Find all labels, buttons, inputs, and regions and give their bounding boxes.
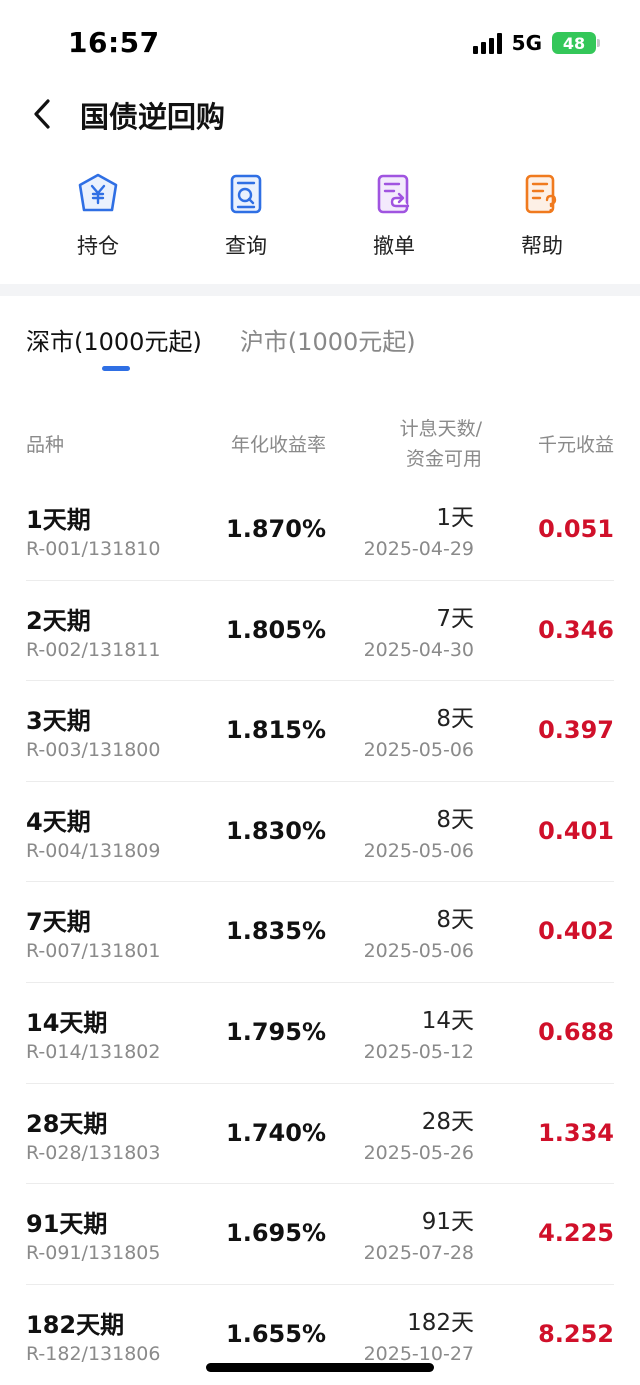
row-date: 2025-05-06	[363, 940, 474, 963]
row-date: 2025-05-06	[363, 739, 474, 762]
row-date: 2025-05-12	[363, 1040, 474, 1063]
row-rate: 1.815%	[226, 716, 326, 745]
row-rate: 1.830%	[226, 816, 326, 845]
row-code: R-182/131806	[26, 1342, 161, 1365]
row-name: 7天期	[26, 908, 91, 937]
header-variety: 品种	[26, 434, 65, 456]
row-name: 1天期	[26, 506, 91, 534]
row-days: 182天	[407, 1309, 474, 1336]
table-row[interactable]: 14天期 R-014/131802 1.795% 14天 2025-05-12 …	[26, 983, 614, 1084]
row-days: 8天	[436, 706, 474, 733]
row-rate: 1.805%	[226, 615, 326, 644]
row-date: 2025-05-26	[363, 1141, 474, 1164]
signal-icon	[472, 32, 502, 54]
row-yield: 0.402	[538, 917, 614, 946]
quick-actions: 持仓 查询 撤单 帮助	[24, 170, 616, 266]
yen-shield-icon	[74, 170, 122, 218]
header-days: 计息天数/ 资金可用	[400, 414, 482, 474]
row-code: R-028/131803	[26, 1141, 161, 1164]
header-days-line1: 计息天数/	[399, 418, 482, 440]
row-days: 1天	[436, 505, 474, 531]
page-title: 国债逆回购	[80, 100, 226, 134]
header-rate[interactable]: 年化收益率	[231, 430, 326, 457]
home-indicator[interactable]	[206, 1363, 434, 1372]
table-row[interactable]: 91天期 R-091/131805 1.695% 91天 2025-07-28 …	[26, 1184, 614, 1285]
row-rate: 1.870%	[226, 515, 326, 543]
row-yield: 0.401	[538, 816, 614, 845]
back-button[interactable]	[26, 98, 58, 130]
table-row[interactable]: 3天期 R-003/131800 1.815% 8天 2025-05-06 0.…	[26, 681, 614, 782]
row-name: 3天期	[26, 707, 91, 736]
header-yield[interactable]: 千元收益	[538, 430, 614, 457]
chevron-left-icon	[34, 99, 50, 129]
row-yield: 0.346	[538, 615, 614, 644]
row-date: 2025-10-27	[363, 1342, 474, 1365]
table-row[interactable]: 2天期 R-002/131811 1.805% 7天 2025-04-30 0.…	[26, 581, 614, 682]
battery-icon: 48	[552, 32, 600, 54]
row-yield: 1.334	[538, 1118, 614, 1147]
row-name: 28天期	[26, 1109, 108, 1138]
table-row[interactable]: 1天期 R-001/131810 1.870% 1天 2025-04-29 0.…	[26, 480, 614, 581]
row-code: R-003/131800	[26, 739, 161, 762]
row-days: 8天	[436, 806, 474, 833]
table-row[interactable]: 4天期 R-004/131809 1.830% 8天 2025-05-06 0.…	[26, 782, 614, 883]
header-days-line2: 资金可用	[405, 448, 482, 470]
row-code: R-002/131811	[26, 638, 161, 661]
action-query[interactable]: 查询	[172, 170, 320, 266]
row-rate: 1.655%	[226, 1319, 326, 1348]
action-cancel-order[interactable]: 撤单	[320, 170, 468, 266]
action-help[interactable]: 帮助	[468, 170, 616, 266]
row-date: 2025-05-06	[363, 839, 474, 862]
row-rate: 1.695%	[226, 1219, 326, 1248]
status-bar: 16:57 5G 48	[0, 0, 640, 84]
row-yield: 0.397	[538, 716, 614, 745]
undo-document-icon	[370, 170, 418, 218]
row-name: 2天期	[26, 606, 91, 635]
row-code: R-091/131805	[26, 1242, 161, 1265]
action-label: 帮助	[521, 234, 563, 258]
nav-bar: 国债逆回购	[0, 84, 640, 148]
row-days: 8天	[436, 907, 474, 934]
market-tabs: 深市(1000元起) 沪市(1000元起)	[26, 322, 416, 374]
row-code: R-014/131802	[26, 1040, 161, 1063]
action-label: 撤单	[373, 234, 415, 258]
row-code: R-004/131809	[26, 839, 161, 862]
row-rate: 1.740%	[226, 1118, 326, 1147]
table-row[interactable]: 7天期 R-007/131801 1.835% 8天 2025-05-06 0.…	[26, 882, 614, 983]
status-indicators: 5G 48	[472, 30, 600, 56]
active-tab-indicator	[102, 366, 130, 371]
row-yield: 4.225	[538, 1219, 614, 1248]
help-document-icon	[518, 170, 566, 218]
row-date: 2025-04-29	[363, 538, 474, 560]
row-code: R-001/131810	[26, 538, 161, 560]
search-document-icon	[222, 170, 270, 218]
battery-level: 48	[562, 33, 586, 53]
row-rate: 1.795%	[226, 1017, 326, 1046]
row-name: 14天期	[26, 1008, 108, 1037]
row-yield: 0.688	[538, 1017, 614, 1046]
tab-shanghai[interactable]: 沪市(1000元起)	[240, 322, 416, 374]
repo-list: 1天期 R-001/131810 1.870% 1天 2025-04-29 0.…	[26, 480, 614, 1385]
action-label: 持仓	[77, 234, 119, 258]
row-name: 182天期	[26, 1310, 125, 1339]
row-yield: 8.252	[538, 1319, 614, 1348]
row-date: 2025-04-30	[363, 638, 474, 661]
row-name: 91天期	[26, 1210, 108, 1239]
table-row[interactable]: 28天期 R-028/131803 1.740% 28天 2025-05-26 …	[26, 1084, 614, 1185]
row-days: 91天	[421, 1209, 474, 1236]
network-label: 5G	[511, 31, 542, 55]
row-days: 7天	[436, 605, 474, 632]
row-name: 4天期	[26, 807, 91, 836]
row-code: R-007/131801	[26, 940, 161, 963]
table-header: 品种 年化收益率 计息天数/ 资金可用 千元收益	[26, 410, 614, 474]
section-divider	[0, 284, 640, 296]
action-holdings[interactable]: 持仓	[24, 170, 172, 266]
row-date: 2025-07-28	[363, 1242, 474, 1265]
row-days: 28天	[421, 1108, 474, 1135]
status-time: 16:57	[68, 26, 160, 59]
row-days: 14天	[421, 1007, 474, 1034]
action-label: 查询	[225, 234, 267, 258]
row-yield: 0.051	[538, 515, 614, 543]
row-rate: 1.835%	[226, 917, 326, 946]
